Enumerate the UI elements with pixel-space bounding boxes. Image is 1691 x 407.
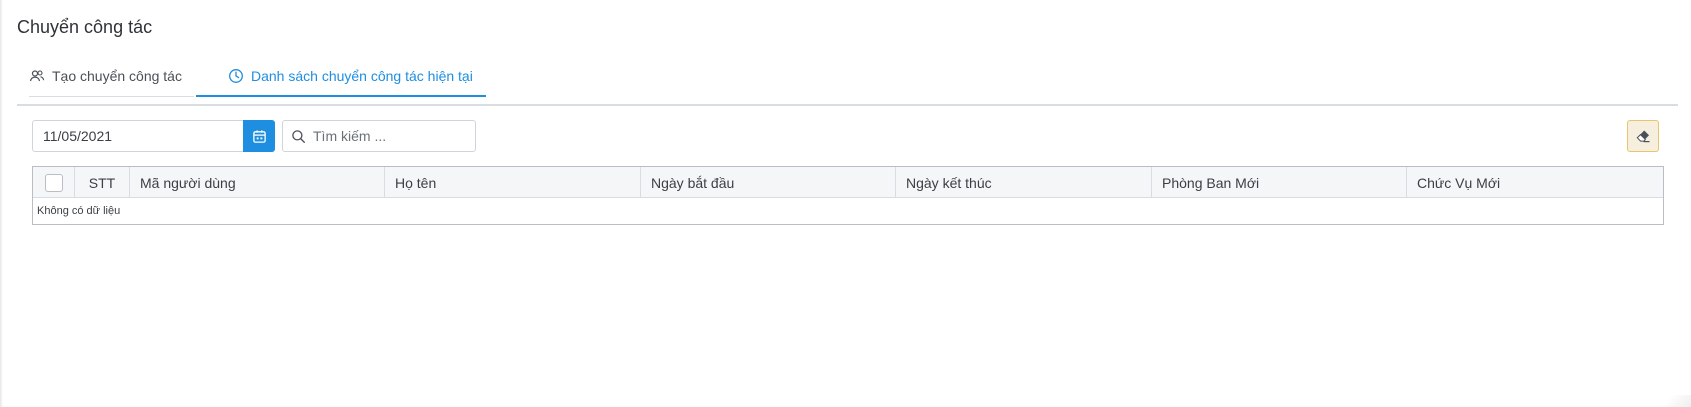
column-header-start-date[interactable]: Ngày bắt đầu xyxy=(641,167,896,198)
search-input[interactable] xyxy=(313,128,463,144)
calendar-icon xyxy=(252,129,266,143)
search-field[interactable] xyxy=(282,120,476,152)
corner-shadow xyxy=(1651,395,1691,407)
column-header-new-department[interactable]: Phòng Ban Mới xyxy=(1152,167,1407,198)
column-header-stt[interactable]: STT xyxy=(75,167,130,198)
table-header: STT Mã người dùng Họ tên Ngày bắt đầu Ng… xyxy=(33,167,1663,198)
tab-current-transfer-list[interactable]: Danh sách chuyển công tác hiện tại xyxy=(196,56,486,97)
users-icon xyxy=(29,70,45,82)
filter-toolbar: 11/05/2021 xyxy=(32,120,1659,152)
column-header-user-code[interactable]: Mã người dùng xyxy=(130,167,385,198)
search-icon xyxy=(292,129,306,143)
date-field[interactable]: 11/05/2021 xyxy=(32,120,243,152)
column-header-end-date[interactable]: Ngày kết thúc xyxy=(896,167,1152,198)
tab-create-transfer[interactable]: Tạo chuyển công tác xyxy=(29,56,194,97)
column-header-new-position[interactable]: Chức Vụ Mới xyxy=(1407,167,1662,198)
left-edge-shadow xyxy=(0,0,3,407)
date-picker-button[interactable] xyxy=(243,120,275,152)
page-root: Chuyển công tác Tạo chuyển công tác Danh… xyxy=(0,0,1691,407)
select-all-checkbox[interactable] xyxy=(44,173,63,192)
column-header-full-name[interactable]: Họ tên xyxy=(385,167,641,198)
header-select-all xyxy=(33,167,75,198)
transfer-table: STT Mã người dùng Họ tên Ngày bắt đầu Ng… xyxy=(32,166,1664,225)
tab-bar: Tạo chuyển công tác Danh sách chuyển côn… xyxy=(17,56,1678,106)
eraser-icon xyxy=(1636,130,1650,143)
tab-label: Tạo chuyển công tác xyxy=(52,68,182,84)
tab-label: Danh sách chuyển công tác hiện tại xyxy=(251,67,473,84)
clock-icon xyxy=(229,68,243,83)
empty-table-message: Không có dữ liệu xyxy=(37,205,121,217)
clear-filter-button[interactable] xyxy=(1627,120,1659,152)
page-title: Chuyển công tác xyxy=(17,17,153,37)
